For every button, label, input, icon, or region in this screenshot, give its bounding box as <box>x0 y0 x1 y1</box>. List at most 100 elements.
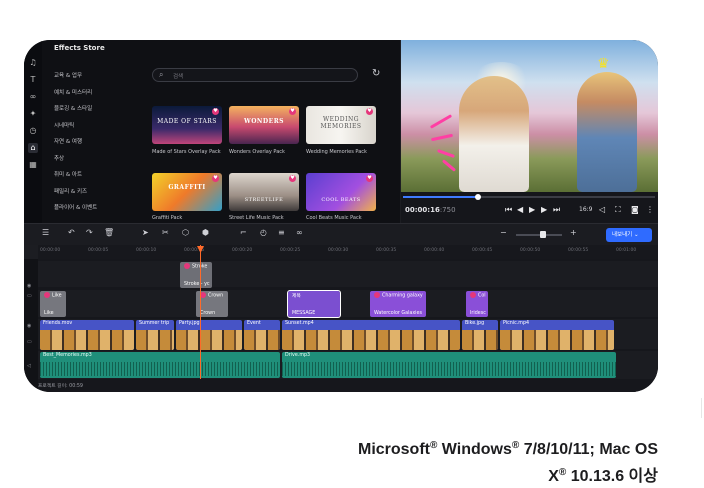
caption-text: 7/8/10/11; Mac OS <box>519 441 658 458</box>
ruler-tick: 00:00:45 <box>472 248 493 253</box>
store-card[interactable]: WEDDING MEMORIES ♥ <box>306 106 376 144</box>
blade-tool-icon[interactable]: ✂ <box>162 228 169 237</box>
card-thumb-text: WEDDING MEMORIES <box>320 116 362 130</box>
clip-filmstrip <box>462 330 498 350</box>
speaker-icon[interactable]: ◁ <box>27 363 31 369</box>
playback-scrubber[interactable] <box>403 194 655 200</box>
video-clip[interactable]: Picnic.mp4 <box>500 320 614 350</box>
card-caption: Street Life Music Pack <box>229 215 284 221</box>
skip-back-icon[interactable]: ⏮ <box>505 205 512 215</box>
category-item[interactable]: 취미 & 아트 <box>54 169 97 186</box>
prev-frame-icon[interactable]: ◀ <box>517 205 523 214</box>
effect-streak <box>437 149 455 158</box>
next-frame-icon[interactable]: ▶ <box>541 205 547 214</box>
store-card[interactable]: GRAFFITI ♥ <box>152 173 222 211</box>
category-item[interactable]: 플라이어 & 이벤트 <box>54 202 97 219</box>
effects-icon[interactable]: ✦ <box>28 109 38 119</box>
zoom-out-icon[interactable]: − <box>500 228 507 237</box>
store-icon[interactable]: ⌂ <box>28 143 38 153</box>
fx-clip[interactable]: Stroke Stroke - yc <box>180 262 212 288</box>
video-clip[interactable]: Summer trip <box>136 320 174 350</box>
fx-clip[interactable]: 제목 MESSAGE <box>287 290 341 318</box>
category-item[interactable]: 예치 & 미스터리 <box>54 87 97 104</box>
category-item[interactable]: 교육 & 업무 <box>54 70 97 87</box>
favorite-icon[interactable]: ♥ <box>366 108 373 115</box>
favorite-icon[interactable]: ♥ <box>212 175 219 182</box>
export-button[interactable]: 내보내기 ⌄ <box>606 228 652 242</box>
favorite-icon[interactable]: ♥ <box>366 175 373 182</box>
video-clip[interactable]: Sunset.mp4 <box>282 320 460 350</box>
sticker-icon[interactable]: ◷ <box>28 126 38 136</box>
crop-icon[interactable]: ⌐ <box>240 228 247 237</box>
video-clip[interactable]: Bike.jpg <box>462 320 498 350</box>
lock-icon[interactable]: ▭ <box>27 339 32 345</box>
store-card[interactable]: COOL BEATS ♥ <box>306 173 376 211</box>
skip-forward-icon[interactable]: ⏭ <box>553 205 560 215</box>
store-card[interactable]: WONDERS ♥ <box>229 106 299 144</box>
audio-clip[interactable]: Best_Memories.mp3 <box>40 352 280 378</box>
favorite-icon[interactable]: ♥ <box>289 175 296 182</box>
audio-clip[interactable]: Drive.mp3 <box>282 352 616 378</box>
fx-clip[interactable]: Col Iridesc <box>466 291 488 317</box>
fullscreen-icon[interactable]: ⛶ <box>615 205 621 215</box>
store-card[interactable]: MADE OF STARS ♥ <box>152 106 222 144</box>
zoom-slider[interactable] <box>516 234 562 236</box>
clip-label: Bike.jpg <box>465 321 485 326</box>
more-icon[interactable]: ▦ <box>28 160 38 170</box>
video-clip[interactable]: Friends.mov <box>40 320 134 350</box>
preview-person <box>459 76 529 192</box>
aspect-ratio[interactable]: 16:9 <box>579 206 592 213</box>
refresh-icon[interactable]: ↻ <box>372 68 380 79</box>
fx-clip[interactable]: Charming galaxy Watercolor Galaxies <box>370 291 426 317</box>
lock-icon[interactable]: ▭ <box>27 293 32 299</box>
zoom-slider-handle[interactable] <box>540 231 546 238</box>
favorite-icon[interactable]: ♥ <box>212 108 219 115</box>
card-thumb-text: COOL BEATS <box>321 197 361 203</box>
category-item[interactable]: 자연 & 여행 <box>54 136 97 153</box>
adjust-icon[interactable]: ≡ <box>278 228 285 237</box>
ruler-tick: 00:01:00 <box>616 248 637 253</box>
playhead[interactable] <box>200 245 201 379</box>
text-icon[interactable]: T <box>28 75 38 85</box>
clip-label: Best_Memories.mp3 <box>43 353 92 358</box>
category-item[interactable]: 시네마틱 <box>54 120 97 137</box>
crown-sticker-icon: ♛ <box>597 56 610 72</box>
play-icon[interactable]: ▶ <box>529 205 535 214</box>
eye-icon[interactable]: ◉ <box>27 323 31 329</box>
system-requirements: Microsoft® Windows® 7/8/10/11; Mac OS X®… <box>358 434 658 488</box>
timeline-ruler[interactable]: 00:00:00 00:00:05 00:00:10 00:00:15 00:0… <box>38 245 658 259</box>
snapshot-icon[interactable]: ◙ <box>631 205 639 214</box>
clip-filmstrip <box>500 330 614 350</box>
export-label: 내보내기 <box>612 232 633 238</box>
eye-icon[interactable]: ◉ <box>27 283 31 289</box>
scrubber-handle[interactable] <box>475 194 481 200</box>
undo-icon[interactable]: ↶ <box>68 228 75 237</box>
add-track-icon[interactable]: ☰ <box>42 228 49 237</box>
select-tool-icon[interactable]: ➤ <box>142 228 149 237</box>
effect-badge-icon <box>470 292 476 298</box>
video-clip[interactable]: Event <box>244 320 280 350</box>
shield-icon[interactable]: ⬢ <box>202 228 209 237</box>
store-card[interactable]: STREETLIFE ♥ <box>229 173 299 211</box>
video-clip[interactable]: Party.jpg <box>176 320 242 350</box>
speed-icon[interactable]: ◴ <box>260 228 267 237</box>
audio-waveform <box>40 362 280 376</box>
favorite-icon[interactable]: ♥ <box>289 108 296 115</box>
ruler-tick: 00:00:10 <box>136 248 157 253</box>
delete-icon[interactable]: 🗑 <box>104 228 114 237</box>
volume-icon[interactable]: ◁ <box>599 205 605 214</box>
fx-clip[interactable]: Like Like <box>40 291 66 317</box>
zoom-in-icon[interactable]: + <box>570 228 577 237</box>
store-search-input[interactable]: ⌕ 검색 <box>152 68 358 82</box>
category-item[interactable]: 블로깅 & 스타일 <box>54 103 97 120</box>
link-icon[interactable]: ∞ <box>296 228 303 237</box>
marker-icon[interactable]: ⬡ <box>182 228 189 237</box>
category-item[interactable]: 패밀리 & 키즈 <box>54 186 97 203</box>
category-item[interactable]: 추상 <box>54 153 97 170</box>
effect-streak <box>430 133 454 142</box>
effect-streak <box>441 159 457 172</box>
more-menu-icon[interactable]: ⋮ <box>646 205 654 214</box>
transition-icon[interactable]: ∞ <box>28 92 38 102</box>
redo-icon[interactable]: ↷ <box>86 228 93 237</box>
music-icon[interactable]: ♫ <box>28 58 38 68</box>
